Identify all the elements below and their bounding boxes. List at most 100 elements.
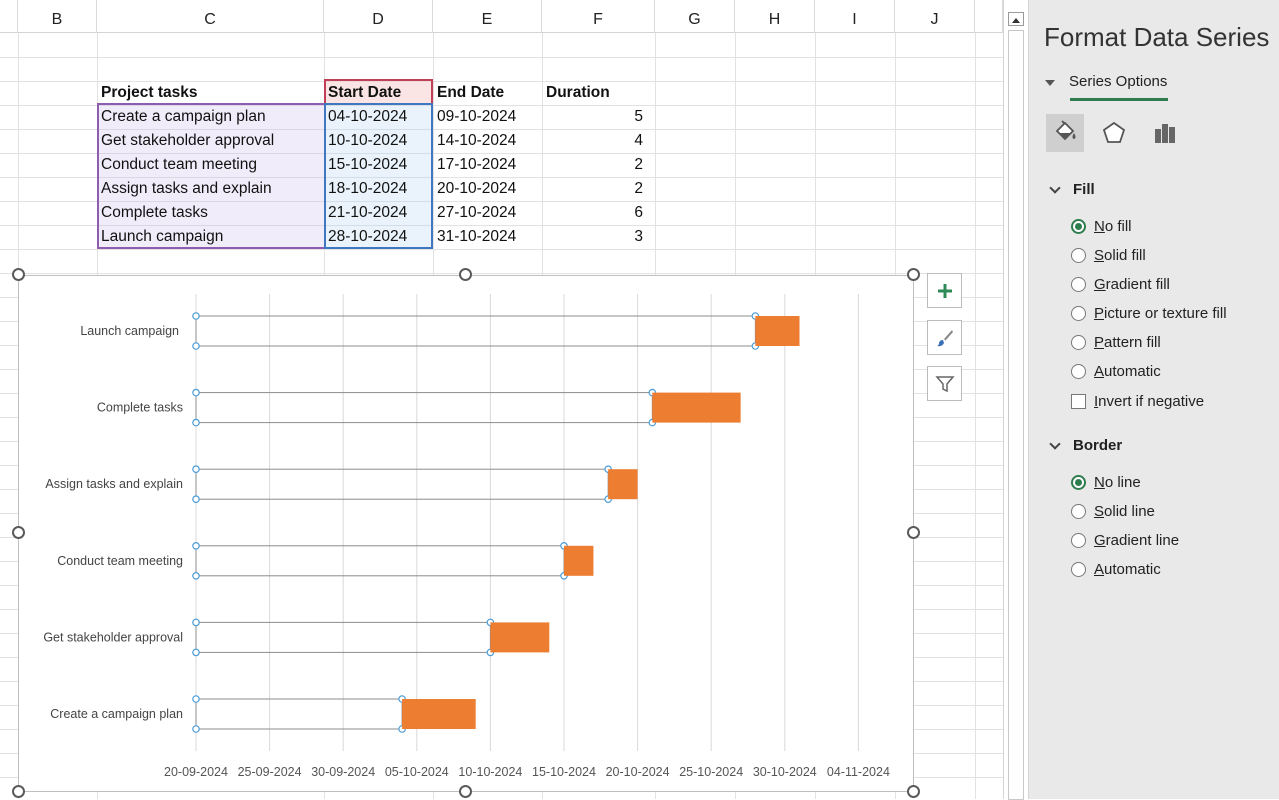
table-cell[interactable]: 28-10-2024 bbox=[324, 225, 433, 249]
selection-handle[interactable] bbox=[192, 388, 200, 397]
table-cell[interactable]: 3 bbox=[542, 225, 655, 249]
worksheet[interactable]: BCDEFGHIJ Project tasks Start Date End Dat… bbox=[0, 0, 1003, 799]
border-option[interactable]: Solid line bbox=[1071, 503, 1155, 520]
vertical-scrollbar[interactable] bbox=[1003, 0, 1029, 800]
selection-handle[interactable] bbox=[192, 342, 200, 350]
chart-plot[interactable]: 20-09-2024 25-09-2024 30-09-2024 05-10-2024… bbox=[19, 276, 915, 793]
selection-handle[interactable] bbox=[192, 571, 200, 580]
radio-button[interactable] bbox=[1071, 562, 1086, 577]
table-cell[interactable]: 18-10-2024 bbox=[324, 177, 433, 201]
border-option[interactable]: No line bbox=[1071, 474, 1141, 491]
table-cell[interactable]: 31-10-2024 bbox=[433, 225, 542, 249]
start-date-bar[interactable] bbox=[195, 392, 653, 424]
chart-resize-handle[interactable] bbox=[907, 268, 920, 281]
duration-bar[interactable] bbox=[402, 699, 476, 729]
chart-resize-handle[interactable] bbox=[12, 785, 25, 798]
radio-button[interactable] bbox=[1071, 219, 1086, 234]
selection-handle[interactable] bbox=[192, 495, 200, 504]
column-header[interactable] bbox=[0, 0, 18, 33]
column-header-i[interactable]: I bbox=[815, 0, 895, 33]
column-header-d[interactable]: D bbox=[324, 0, 433, 33]
series-options-tab[interactable]: Series Options bbox=[1045, 73, 1168, 101]
border-option[interactable]: Automatic bbox=[1071, 561, 1161, 578]
duration-bar[interactable] bbox=[652, 392, 741, 423]
column-header-c[interactable]: C bbox=[97, 0, 324, 33]
table-cell[interactable]: 4 bbox=[542, 129, 655, 153]
table-header-cell[interactable]: Project tasks bbox=[97, 81, 324, 105]
table-cell[interactable]: 21-10-2024 bbox=[324, 201, 433, 225]
table-cell[interactable]: 2 bbox=[542, 177, 655, 201]
table-cell[interactable]: 17-10-2024 bbox=[433, 153, 542, 177]
table-cell[interactable]: 2 bbox=[542, 153, 655, 177]
start-date-bar[interactable] bbox=[195, 468, 609, 500]
table-cell[interactable]: Create a campaign plan bbox=[97, 105, 324, 129]
selection-handle[interactable] bbox=[192, 618, 200, 627]
table-cell[interactable]: 5 bbox=[542, 105, 655, 129]
chart-resize-handle[interactable] bbox=[459, 785, 472, 798]
duration-bar[interactable] bbox=[490, 622, 550, 653]
fill-option[interactable]: Pattern fill bbox=[1071, 334, 1161, 351]
column-header-f[interactable]: F bbox=[542, 0, 655, 33]
column-header[interactable] bbox=[975, 0, 1003, 33]
selection-handle[interactable] bbox=[192, 465, 200, 474]
chart-filters-button[interactable] bbox=[927, 366, 962, 401]
duration-bar[interactable] bbox=[564, 545, 594, 576]
table-cell[interactable]: 09-10-2024 bbox=[433, 105, 542, 129]
table-header-cell[interactable]: Start Date bbox=[324, 81, 433, 105]
table-cell[interactable]: Launch campaign bbox=[97, 225, 324, 249]
radio-button[interactable] bbox=[1071, 504, 1086, 519]
invert-if-negative-option[interactable]: Invert if negative bbox=[1071, 393, 1204, 410]
selection-handle[interactable] bbox=[192, 541, 200, 550]
radio-button[interactable] bbox=[1071, 533, 1086, 548]
chart-resize-handle[interactable] bbox=[12, 268, 25, 281]
chart-resize-handle[interactable] bbox=[907, 785, 920, 798]
series-options-icon-tab[interactable] bbox=[1146, 114, 1184, 152]
column-header-j[interactable]: J bbox=[895, 0, 975, 33]
chart-resize-handle[interactable] bbox=[12, 526, 25, 539]
column-header-h[interactable]: H bbox=[735, 0, 815, 33]
column-header-b[interactable]: B bbox=[18, 0, 97, 33]
scroll-thumb[interactable] bbox=[1008, 30, 1024, 800]
selection-handle[interactable] bbox=[192, 695, 200, 703]
table-cell[interactable]: 10-10-2024 bbox=[324, 129, 433, 153]
table-cell[interactable]: Assign tasks and explain bbox=[97, 177, 324, 201]
table-header-cell[interactable]: End Date bbox=[433, 81, 542, 105]
checkbox[interactable] bbox=[1071, 394, 1086, 409]
table-header-cell[interactable]: Duration bbox=[542, 81, 655, 105]
fill-option[interactable]: Gradient fill bbox=[1071, 276, 1170, 293]
radio-button[interactable] bbox=[1071, 277, 1086, 292]
duration-bar[interactable] bbox=[755, 316, 800, 346]
table-cell[interactable]: Conduct team meeting bbox=[97, 153, 324, 177]
chart-resize-handle[interactable] bbox=[459, 268, 472, 281]
radio-button[interactable] bbox=[1071, 248, 1086, 263]
selection-handle[interactable] bbox=[192, 725, 200, 733]
fill-option[interactable]: Automatic bbox=[1071, 363, 1161, 380]
gantt-chart[interactable]: 20-09-2024 25-09-2024 30-09-2024 05-10-2024… bbox=[18, 275, 914, 792]
fill-section-header[interactable]: Fill bbox=[1049, 181, 1095, 198]
table-cell[interactable]: 20-10-2024 bbox=[433, 177, 542, 201]
chart-elements-button[interactable] bbox=[927, 273, 962, 308]
fill-option[interactable]: No fill bbox=[1071, 218, 1132, 235]
effects-tab[interactable] bbox=[1095, 114, 1133, 152]
duration-bar[interactable] bbox=[608, 469, 638, 500]
table-cell[interactable]: Get stakeholder approval bbox=[97, 129, 324, 153]
radio-button[interactable] bbox=[1071, 335, 1086, 350]
fill-option[interactable]: Solid fill bbox=[1071, 247, 1146, 264]
column-header-g[interactable]: G bbox=[655, 0, 735, 33]
fill-line-tab[interactable] bbox=[1046, 114, 1084, 152]
start-date-bar[interactable] bbox=[195, 698, 403, 730]
selection-handle[interactable] bbox=[192, 418, 200, 427]
radio-button[interactable] bbox=[1071, 364, 1086, 379]
selection-handle[interactable] bbox=[192, 312, 200, 320]
radio-button[interactable] bbox=[1071, 475, 1086, 490]
start-date-bar[interactable] bbox=[195, 315, 756, 347]
column-header-e[interactable]: E bbox=[433, 0, 542, 33]
table-cell[interactable]: 15-10-2024 bbox=[324, 153, 433, 177]
selection-handle[interactable] bbox=[192, 648, 200, 657]
chart-resize-handle[interactable] bbox=[907, 526, 920, 539]
border-section-header[interactable]: Border bbox=[1049, 437, 1122, 454]
table-cell[interactable]: 6 bbox=[542, 201, 655, 225]
fill-option[interactable]: Picture or texture fill bbox=[1071, 305, 1227, 322]
chart-styles-button[interactable] bbox=[927, 320, 962, 355]
radio-button[interactable] bbox=[1071, 306, 1086, 321]
